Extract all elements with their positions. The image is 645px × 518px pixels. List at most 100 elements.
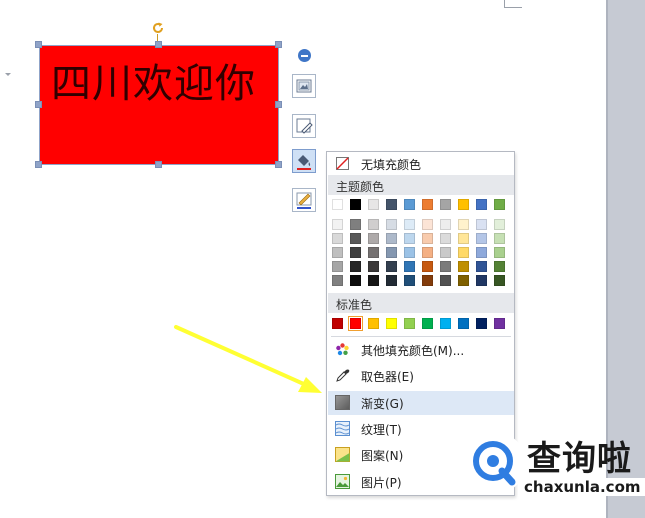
resize-handle-bottom-left[interactable]	[35, 161, 42, 168]
theme-color-swatch[interactable]	[476, 199, 487, 210]
theme-color-swatch[interactable]	[494, 261, 505, 272]
resize-handle-bottom-right[interactable]	[275, 161, 282, 168]
theme-color-swatch[interactable]	[368, 199, 379, 210]
theme-color-swatch[interactable]	[422, 247, 433, 258]
theme-color-swatch[interactable]	[332, 233, 343, 244]
theme-color-swatch[interactable]	[476, 261, 487, 272]
theme-color-swatch[interactable]	[350, 247, 361, 258]
theme-color-swatch[interactable]	[440, 275, 451, 286]
standard-color-swatch[interactable]	[404, 318, 415, 329]
theme-color-swatch[interactable]	[440, 247, 451, 258]
theme-color-swatch[interactable]	[350, 275, 361, 286]
resize-handle-left[interactable]	[35, 101, 42, 108]
theme-color-swatch[interactable]	[404, 199, 415, 210]
theme-color-swatch[interactable]	[350, 219, 361, 230]
standard-color-swatch[interactable]	[440, 318, 451, 329]
theme-color-swatch[interactable]	[368, 219, 379, 230]
picture-icon	[335, 474, 350, 489]
theme-color-swatch[interactable]	[494, 233, 505, 244]
eyedropper-item[interactable]: 取色器(E)	[328, 364, 514, 388]
theme-color-swatch[interactable]	[476, 219, 487, 230]
resize-handle-top-left[interactable]	[35, 41, 42, 48]
standard-color-swatch[interactable]	[494, 318, 505, 329]
theme-color-swatch[interactable]	[350, 261, 361, 272]
standard-color-swatch[interactable]	[368, 318, 379, 329]
theme-color-swatch[interactable]	[494, 199, 505, 210]
texture-icon	[335, 421, 350, 436]
theme-color-swatch[interactable]	[422, 233, 433, 244]
theme-color-swatch[interactable]	[458, 247, 469, 258]
theme-color-swatch[interactable]	[440, 199, 451, 210]
theme-color-swatch[interactable]	[458, 199, 469, 210]
theme-color-swatch[interactable]	[404, 247, 415, 258]
theme-color-swatch[interactable]	[368, 275, 379, 286]
theme-color-swatch[interactable]	[332, 199, 343, 210]
standard-colors-title: 标准色	[336, 298, 373, 312]
standard-color-swatch[interactable]	[332, 318, 343, 329]
theme-color-swatch[interactable]	[386, 219, 397, 230]
theme-color-swatch[interactable]	[494, 275, 505, 286]
theme-color-swatch[interactable]	[440, 219, 451, 230]
theme-color-swatch[interactable]	[368, 247, 379, 258]
theme-color-swatch[interactable]	[476, 275, 487, 286]
theme-color-swatch[interactable]	[332, 275, 343, 286]
theme-color-swatch[interactable]	[368, 261, 379, 272]
resize-handle-right[interactable]	[275, 101, 282, 108]
no-fill-item[interactable]: 无填充颜色	[328, 152, 514, 176]
resize-handle-bottom[interactable]	[155, 161, 162, 168]
theme-color-swatch[interactable]	[350, 233, 361, 244]
theme-color-swatch[interactable]	[494, 247, 505, 258]
theme-color-swatch[interactable]	[368, 233, 379, 244]
theme-color-swatch[interactable]	[332, 261, 343, 272]
picture-label: 图片(P)	[361, 475, 402, 490]
document-canvas: 四川欢迎你 无填充颜色 主题颜色 标准色 其他填充颜色(M)... 取色器(E)…	[0, 0, 645, 518]
standard-color-swatch[interactable]	[348, 316, 363, 331]
theme-color-swatch[interactable]	[350, 199, 361, 210]
standard-color-swatch[interactable]	[422, 318, 433, 329]
theme-color-swatch[interactable]	[458, 219, 469, 230]
color-wheel-icon	[336, 343, 349, 356]
resize-handle-top-right[interactable]	[275, 41, 282, 48]
theme-color-swatch[interactable]	[332, 219, 343, 230]
theme-color-swatch[interactable]	[422, 275, 433, 286]
theme-color-swatch[interactable]	[404, 233, 415, 244]
theme-color-swatch[interactable]	[458, 233, 469, 244]
theme-color-swatch[interactable]	[386, 261, 397, 272]
theme-color-swatch[interactable]	[386, 233, 397, 244]
theme-color-swatch[interactable]	[386, 199, 397, 210]
edit-shape-button[interactable]	[292, 114, 316, 138]
outline-color-button[interactable]	[292, 188, 316, 212]
theme-color-swatch[interactable]	[458, 261, 469, 272]
selection-outline	[39, 45, 279, 165]
more-fill-colors-item[interactable]: 其他填充颜色(M)...	[328, 338, 514, 362]
rotate-handle-icon[interactable]	[151, 21, 165, 35]
picture-layout-button[interactable]	[292, 74, 316, 98]
theme-color-swatch[interactable]	[404, 275, 415, 286]
standard-color-swatch[interactable]	[476, 318, 487, 329]
theme-color-swatch[interactable]	[386, 247, 397, 258]
standard-color-swatch[interactable]	[386, 318, 397, 329]
theme-color-swatch[interactable]	[476, 233, 487, 244]
theme-color-swatch[interactable]	[494, 219, 505, 230]
theme-color-swatch[interactable]	[404, 261, 415, 272]
pattern-label: 图案(N)	[361, 448, 404, 463]
theme-color-swatch[interactable]	[422, 199, 433, 210]
minus-circle-icon[interactable]	[298, 49, 311, 62]
theme-color-swatch[interactable]	[422, 261, 433, 272]
paragraph-caret-icon	[5, 73, 11, 76]
theme-color-swatch[interactable]	[440, 233, 451, 244]
watermark-url: chaxunla.com	[518, 478, 645, 496]
theme-color-swatch[interactable]	[476, 247, 487, 258]
fill-color-button[interactable]	[292, 149, 316, 173]
texture-label: 纹理(T)	[361, 422, 402, 437]
gradient-item[interactable]: 渐变(G)	[328, 391, 514, 415]
theme-color-swatch[interactable]	[404, 219, 415, 230]
resize-handle-top[interactable]	[155, 41, 162, 48]
theme-color-swatch[interactable]	[458, 275, 469, 286]
outline-pen-icon	[296, 192, 312, 209]
standard-color-swatch[interactable]	[458, 318, 469, 329]
theme-color-swatch[interactable]	[440, 261, 451, 272]
theme-color-swatch[interactable]	[332, 247, 343, 258]
theme-color-swatch[interactable]	[386, 275, 397, 286]
theme-color-swatch[interactable]	[422, 219, 433, 230]
